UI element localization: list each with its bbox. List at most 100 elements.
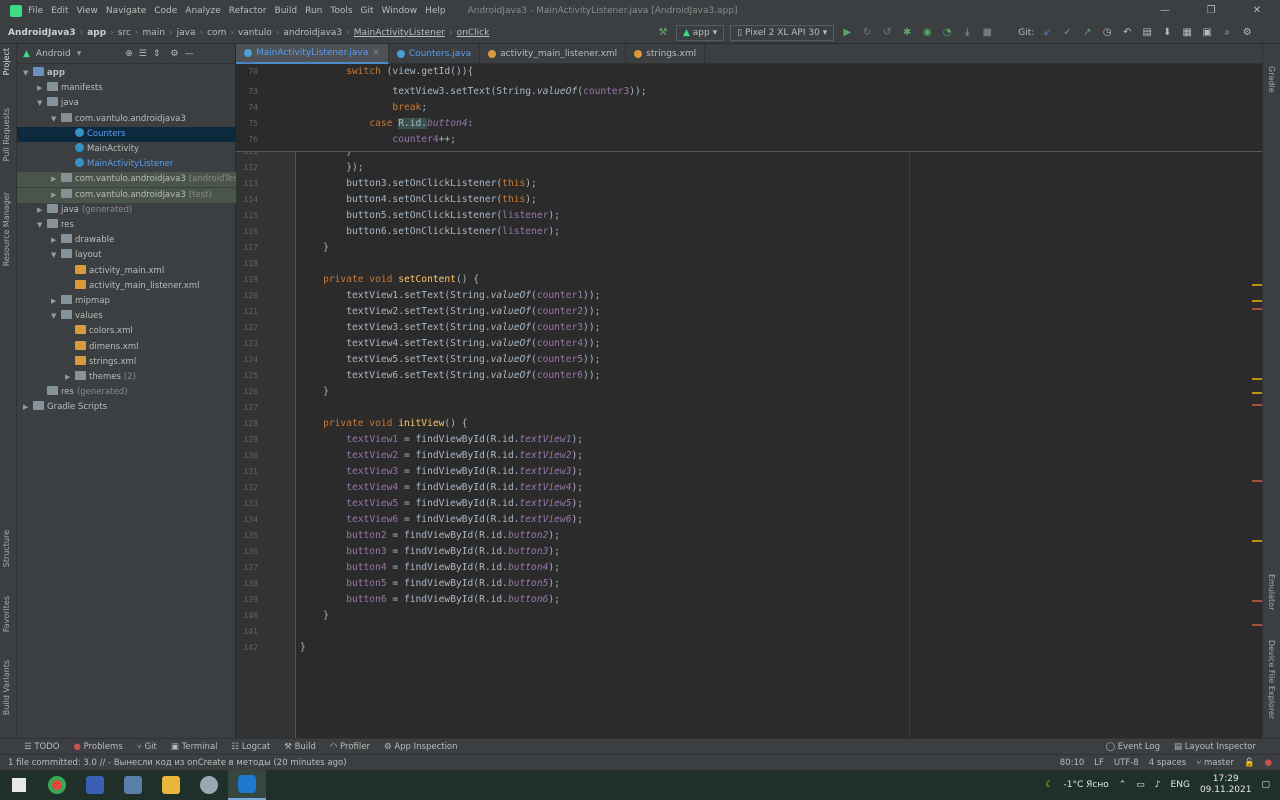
tray-chevron-icon[interactable]: ⌃ [1119,780,1127,790]
code-line[interactable]: textView6 = findViewById(R.id.textView6)… [300,512,583,528]
chevron-right-icon[interactable]: ▶ [51,172,61,187]
code-line[interactable]: textView5 = findViewById(R.id.textView5)… [300,496,583,512]
change-mark[interactable] [1252,624,1262,626]
menu-file[interactable]: File [28,6,43,16]
change-mark[interactable] [1252,600,1262,602]
hammer-icon[interactable]: ⚒ [656,26,670,40]
code-line[interactable]: textView3.setText(String.valueOf(counter… [300,320,600,336]
layout-inspector-icon[interactable]: ▣ [1200,26,1214,40]
code-line[interactable]: button5 = findViewById(R.id.button5); [300,576,560,592]
chevron-down-icon[interactable]: ▼ [51,309,61,324]
chevron-down-icon[interactable]: ▼ [51,248,61,263]
menu-git[interactable]: Git [361,6,374,16]
git-commit-icon[interactable]: ✓ [1060,26,1074,40]
tree-item[interactable]: ▶ manifests [17,81,236,96]
change-mark[interactable] [1252,308,1262,310]
locate-icon[interactable]: ⊕ [125,49,133,59]
settings-icon[interactable]: ⚙ [1240,26,1254,40]
save-app-icon[interactable] [76,770,114,800]
tool-tab-gradle[interactable]: Gradle [1267,66,1276,93]
menu-code[interactable]: Code [154,6,177,16]
chevron-down-icon[interactable]: ▾ [77,49,82,59]
tool-tab-emulator[interactable]: Emulator [1267,574,1276,610]
close-button[interactable]: ✕ [1234,0,1280,22]
lock-icon[interactable]: 🔓 [1244,755,1255,771]
breadcrumb-item[interactable]: androidjava3 [283,28,342,38]
breadcrumb-item[interactable]: vantulo [238,28,272,38]
android-studio-taskbar-icon[interactable] [228,770,266,800]
tool-tab-app-inspection[interactable]: ⚙ App Inspection [384,742,458,752]
chevron-down-icon[interactable]: ▼ [51,112,61,127]
breadcrumb-item[interactable]: main [143,28,166,38]
code-line[interactable]: textView3.setText(String.valueOf(counter… [300,84,646,100]
tree-item[interactable]: res (generated) [17,385,236,400]
tree-item[interactable]: ▼ layout [17,248,236,263]
code-line[interactable]: textView2 = findViewById(R.id.textView2)… [300,448,583,464]
maximize-button[interactable]: ❐ [1188,0,1234,22]
tool-tab-project[interactable]: Project [2,48,11,75]
chrome-icon[interactable] [38,770,76,800]
tree-item[interactable]: MainActivity [17,142,236,157]
minimize-button[interactable]: — [1142,0,1188,22]
tool-tab-build[interactable]: ⚒ Build [284,742,316,752]
volume-icon[interactable]: ♪ [1155,780,1161,790]
chevron-right-icon[interactable]: ▶ [37,81,47,96]
breadcrumb-item[interactable]: MainActivityListener [354,28,445,38]
tool-tab-build-variants[interactable]: Build Variants [2,660,11,715]
history-icon[interactable]: ◷ [1100,26,1114,40]
apply-code-icon[interactable]: ↺ [880,26,894,40]
menu-tools[interactable]: Tools [330,6,352,16]
code-line[interactable]: button3 = findViewById(R.id.button3); [300,544,560,560]
tool-tab-structure[interactable]: Structure [2,530,11,567]
notifications-icon[interactable]: ▢ [1261,780,1270,790]
git-update-icon[interactable]: ↙ [1040,26,1054,40]
editor-tab[interactable]: Counters.java [389,44,481,64]
warning-mark[interactable] [1252,378,1262,380]
code-line[interactable]: } [300,608,329,624]
chevron-right-icon[interactable]: ▶ [23,400,33,415]
chevron-down-icon[interactable]: ▼ [37,96,47,111]
tree-item[interactable]: dimens.xml [17,340,236,355]
warning-mark[interactable] [1252,284,1262,286]
hide-icon[interactable]: — [185,49,194,59]
tree-item[interactable]: ▶ java (generated) [17,203,236,218]
tool-tab-favorites[interactable]: Favorites [2,596,11,632]
tree-item[interactable]: MainActivityListener [17,157,236,172]
tree-item[interactable]: activity_main.xml [17,264,236,279]
tree-item[interactable]: ▼ values [17,309,236,324]
chevron-right-icon[interactable]: ▶ [51,294,61,309]
git-branch[interactable]: ⑂ master [1196,755,1234,771]
code-line[interactable]: textView4 = findViewById(R.id.textView4)… [300,480,583,496]
code-line[interactable]: textView1 = findViewById(R.id.textView1)… [300,432,583,448]
menu-edit[interactable]: Edit [51,6,68,16]
project-view-selector[interactable]: Android [36,49,71,59]
tree-item[interactable]: ▶ com.vantulo.androidjava3 (androidTest) [17,172,244,188]
menu-analyze[interactable]: Analyze [185,6,220,16]
tool-tab-terminal[interactable]: ▣ Terminal [171,742,218,752]
git-push-icon[interactable]: ↗ [1080,26,1094,40]
calculator-icon[interactable] [114,770,152,800]
caret-position[interactable]: 80:10 [1060,755,1085,771]
chevron-down-icon[interactable]: ▼ [37,218,47,233]
breadcrumb-item[interactable]: onClick [457,28,490,38]
code-line[interactable]: button6 = findViewById(R.id.button6); [300,592,560,608]
network-app-icon[interactable] [190,770,228,800]
chevron-down-icon[interactable]: ▼ [23,66,33,81]
code-line[interactable]: break; [300,100,427,116]
warning-mark[interactable] [1252,392,1262,394]
apply-changes-icon[interactable]: ↻ [860,26,874,40]
code-line[interactable]: button5.setOnClickListener(listener); [300,208,560,224]
code-line[interactable]: } [300,640,306,656]
tool-tab-profiler[interactable]: ◠ Profiler [330,742,370,752]
tree-item[interactable]: ▶ drawable [17,233,236,248]
tool-tab-todo[interactable]: ☰ TODO [24,742,59,752]
line-separator[interactable]: LF [1094,755,1104,771]
event-log-icon[interactable]: ● [1265,755,1272,771]
tool-tab-logcat[interactable]: ☷ Logcat [232,742,271,752]
menu-window[interactable]: Window [382,6,418,16]
profile-icon[interactable]: ◔ [940,26,954,40]
change-mark[interactable] [1252,404,1262,406]
breadcrumb-item[interactable]: java [177,28,196,38]
tree-item[interactable]: Counters [17,126,236,142]
indent-setting[interactable]: 4 spaces [1149,755,1186,771]
